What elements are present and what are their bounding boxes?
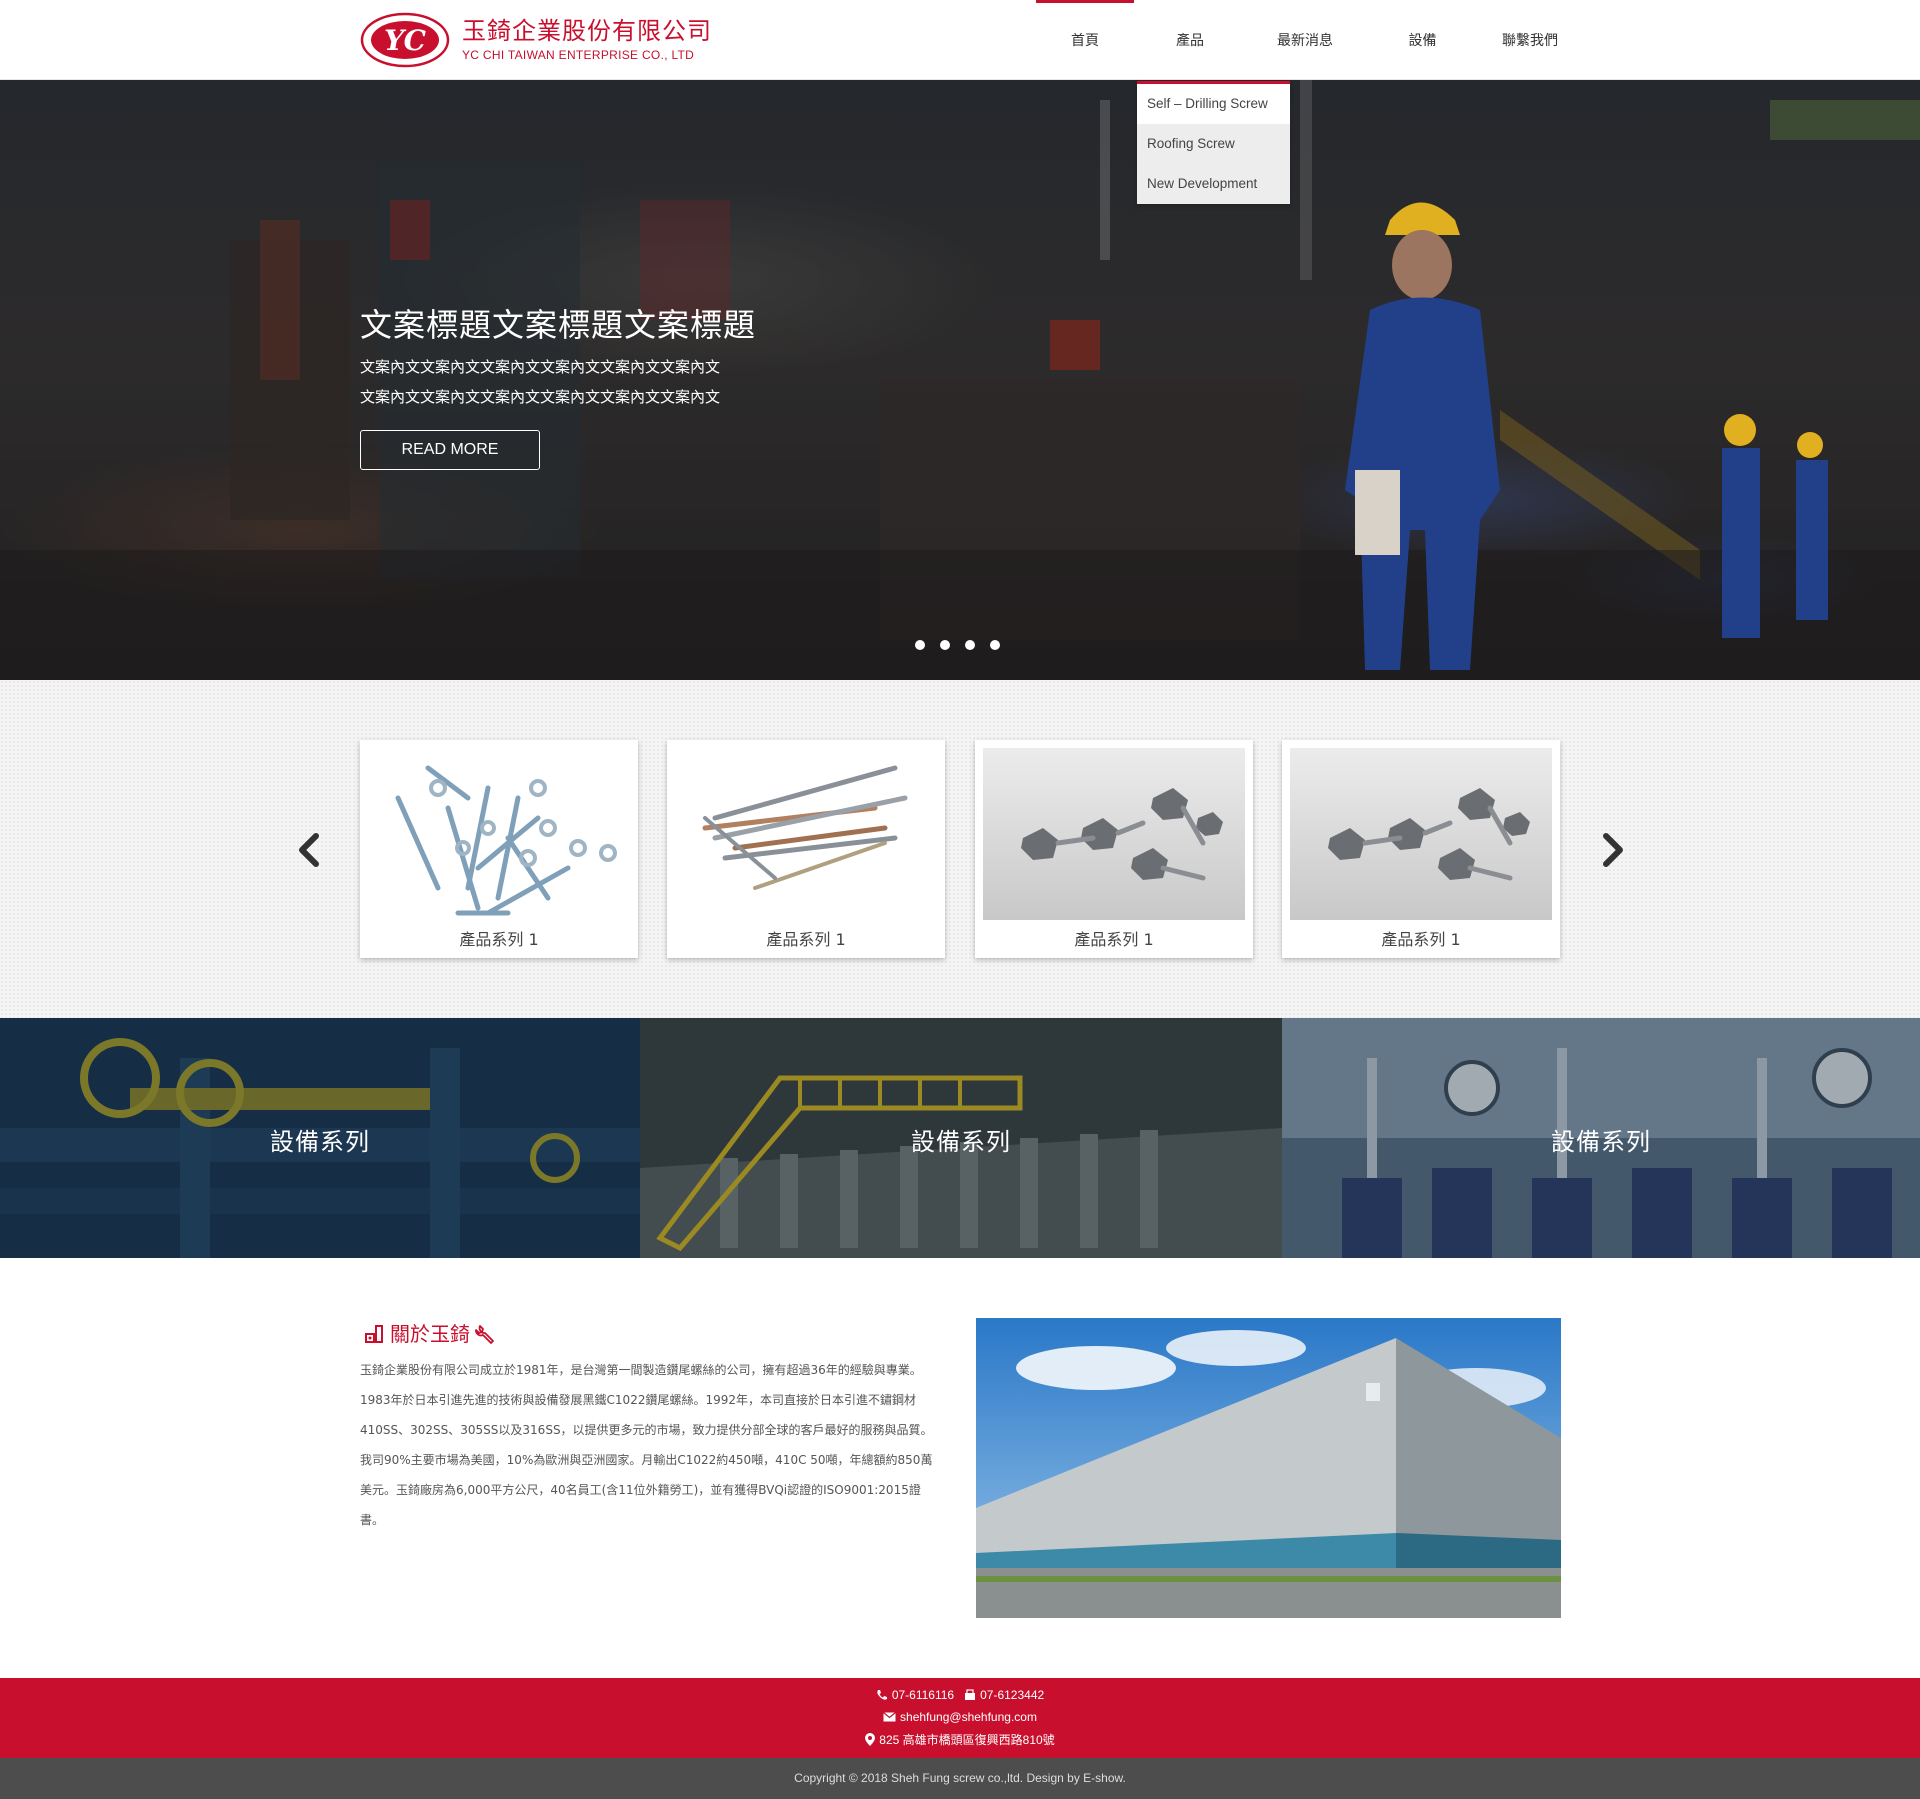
phone-number: 07-6116116 bbox=[891, 1688, 955, 1702]
logo[interactable]: YC 玉錡企業股份有限公司 YC CHI TAIWAN ENTERPRISE C… bbox=[360, 12, 712, 68]
nav-item-contact[interactable]: 聯繫我們 bbox=[1475, 0, 1585, 80]
hex-head-screws-image bbox=[1290, 748, 1552, 920]
industry-icon bbox=[365, 1324, 383, 1343]
about-heading: 關於玉錡 bbox=[360, 1318, 500, 1347]
dropdown-item-new-development[interactable]: New Development bbox=[1137, 164, 1290, 204]
footer-address: 825 高雄市橋頭區復興西路810號 bbox=[865, 1731, 1055, 1748]
footer-address-row: 825 高雄市橋頭區復興西路810號 bbox=[0, 1731, 1920, 1748]
slider-dot-2[interactable] bbox=[940, 640, 950, 650]
site-footer: 07-6116116 07-6123442 shehfung@shehfung.… bbox=[0, 1678, 1920, 1758]
about-paragraph-2: 我司90%主要市場為美國，10%為歐洲與亞洲國家。月輸出C1022約450噸，4… bbox=[360, 1453, 933, 1527]
equipment-panel-2[interactable]: 設備系列 bbox=[640, 1018, 1282, 1258]
equipment-banners: 設備系列 設備系列 設備系列 bbox=[0, 1018, 1920, 1258]
hero-title: 文案標題文案標題文案標題 bbox=[360, 306, 757, 344]
equipment-panel-label: 設備系列 bbox=[911, 1128, 1011, 1156]
about-title-text: 關於玉錡 bbox=[390, 1322, 470, 1346]
products-dropdown-menu: Self – Drilling Screw Roofing Screw New … bbox=[1137, 81, 1290, 204]
equipment-panel-1[interactable]: 設備系列 bbox=[0, 1018, 640, 1258]
products-carousel: 產品系列 1 產品系列 1 產品系列 1 產品系列 1 bbox=[0, 680, 1920, 1018]
envelope-icon bbox=[883, 1712, 896, 1722]
chevron-right-icon[interactable] bbox=[1592, 830, 1632, 870]
phone-icon bbox=[877, 1690, 887, 1700]
company-name-zh: 玉錡企業股份有限公司 bbox=[462, 17, 712, 45]
hero-slider: 文案標題文案標題文案標題 文案內文文案內文文案內文文案內文文案內文文案內文 文案… bbox=[0, 80, 1920, 680]
product-card-1[interactable]: 產品系列 1 bbox=[360, 740, 638, 958]
footer-phone[interactable]: 07-6116116 bbox=[876, 1688, 954, 1702]
yc-logo-mark: YC bbox=[360, 12, 450, 68]
hero-body: 文案內文文案內文文案內文文案內文文案內文文案內文 文案內文文案內文文案內文文案內… bbox=[360, 352, 760, 412]
wrench-icon bbox=[475, 1324, 494, 1344]
worker-figure-image bbox=[1345, 202, 1500, 670]
screws-and-washers-image bbox=[368, 748, 630, 920]
main-nav: 首頁 產品 最新消息 設備 聯繫我們 bbox=[1030, 0, 1585, 80]
product-card-3[interactable]: 產品系列 1 bbox=[975, 740, 1253, 958]
footer-email-row: shehfung@shehfung.com bbox=[0, 1710, 1920, 1724]
background-workers-image bbox=[1722, 414, 1828, 638]
factory-building-image bbox=[976, 1318, 1561, 1618]
equipment-panel-label: 設備系列 bbox=[270, 1128, 370, 1156]
copyright-bar: Copyright © 2018 Sheh Fung screw co.,ltd… bbox=[0, 1758, 1920, 1799]
slider-dot-4[interactable] bbox=[990, 640, 1000, 650]
product-card-label: 產品系列 1 bbox=[459, 930, 539, 949]
footer-email[interactable]: shehfung@shehfung.com bbox=[883, 1710, 1037, 1724]
fax-icon bbox=[965, 1689, 976, 1700]
nav-item-products[interactable]: 產品 bbox=[1140, 0, 1240, 80]
product-card-label: 產品系列 1 bbox=[766, 930, 846, 949]
hero-body-line-1: 文案內文文案內文文案內文文案內文文案內文文案內文 bbox=[360, 358, 721, 376]
hero-body-line-2: 文案內文文案內文文案內文文案內文文案內文文案內文 bbox=[360, 388, 721, 406]
product-card-label: 產品系列 1 bbox=[1381, 930, 1461, 949]
equipment-panel-3[interactable]: 設備系列 bbox=[1282, 1018, 1920, 1258]
map-pin-icon bbox=[865, 1733, 876, 1746]
logo-mark-text: YC bbox=[384, 24, 426, 57]
company-name-en: YC CHI TAIWAN ENTERPRISE CO., LTD bbox=[462, 48, 695, 62]
nav-item-home[interactable]: 首頁 bbox=[1030, 0, 1140, 80]
email-address: shehfung@shehfung.com bbox=[900, 1710, 1037, 1724]
about-body: 玉錡企業股份有限公司成立於1981年，是台灣第一間製造鑽尾螺絲的公司，擁有超過3… bbox=[360, 1355, 942, 1535]
hero-overlay bbox=[0, 80, 1920, 680]
read-more-button[interactable]: READ MORE bbox=[360, 430, 540, 470]
product-card-2[interactable]: 產品系列 1 bbox=[667, 740, 945, 958]
chevron-left-icon[interactable] bbox=[290, 830, 330, 870]
product-card-4[interactable]: 產品系列 1 bbox=[1282, 740, 1560, 958]
site-header: YC 玉錡企業股份有限公司 YC CHI TAIWAN ENTERPRISE C… bbox=[0, 0, 1920, 80]
nav-item-equipment[interactable]: 設備 bbox=[1370, 0, 1475, 80]
footer-fax: 07-6123442 bbox=[964, 1688, 1044, 1702]
slider-pagination bbox=[915, 640, 1015, 650]
hex-head-screws-image bbox=[983, 748, 1245, 920]
nav-item-news[interactable]: 最新消息 bbox=[1240, 0, 1370, 80]
footer-phone-row: 07-6116116 07-6123442 bbox=[0, 1688, 1920, 1702]
product-card-label: 產品系列 1 bbox=[1074, 930, 1154, 949]
long-screws-image bbox=[675, 748, 937, 920]
slider-dot-3[interactable] bbox=[965, 640, 975, 650]
fax-number: 07-6123442 bbox=[980, 1688, 1045, 1702]
equipment-panel-label: 設備系列 bbox=[1551, 1128, 1651, 1156]
dropdown-item-self-drilling-screw[interactable]: Self – Drilling Screw bbox=[1137, 84, 1290, 124]
slider-dot-1[interactable] bbox=[915, 640, 925, 650]
about-paragraph-1: 玉錡企業股份有限公司成立於1981年，是台灣第一間製造鑽尾螺絲的公司，擁有超過3… bbox=[360, 1363, 933, 1437]
dropdown-item-roofing-screw[interactable]: Roofing Screw bbox=[1137, 124, 1290, 164]
address-text: 825 高雄市橋頭區復興西路810號 bbox=[879, 1733, 1055, 1747]
